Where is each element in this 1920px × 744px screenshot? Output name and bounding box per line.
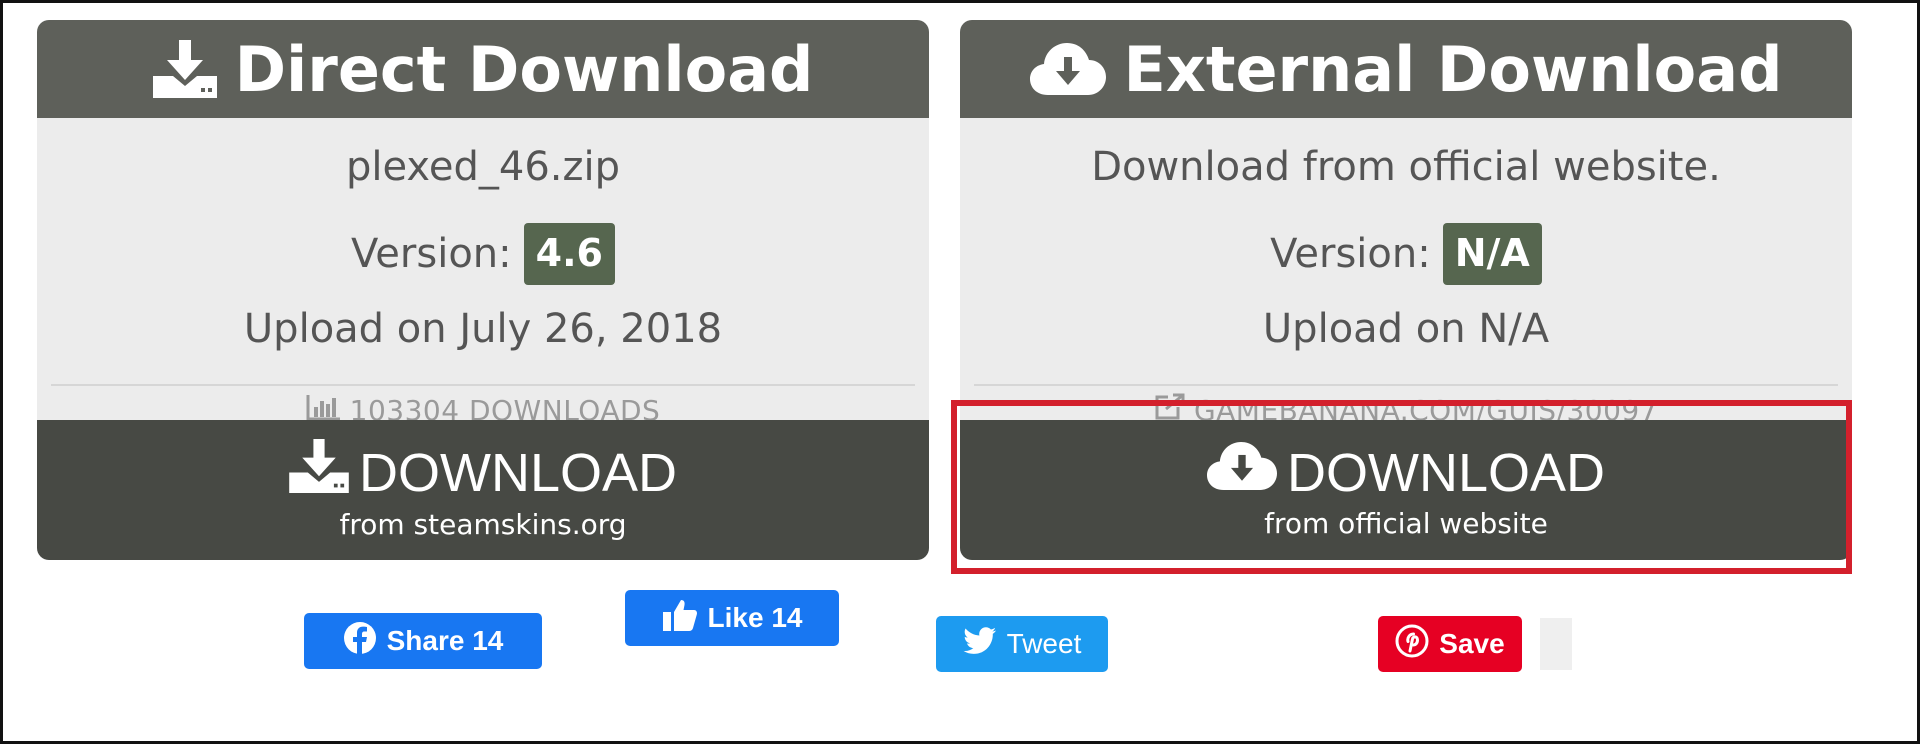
cloud-download-icon	[1029, 41, 1106, 97]
version-badge: N/A	[1442, 223, 1542, 285]
pinterest-icon	[1395, 624, 1429, 665]
cloud-download-icon	[1206, 440, 1277, 505]
external-download-header: External Download	[960, 20, 1852, 118]
upload-date: Upload on July 26, 2018	[243, 306, 723, 352]
download-tray-icon	[289, 439, 349, 506]
download-tray-icon	[152, 40, 217, 98]
version-badge: 4.6	[523, 223, 615, 285]
version-label: Version:	[351, 231, 512, 277]
version-row: Version: 4.6	[37, 220, 929, 288]
external-download-card: External Download Download from official…	[960, 20, 1852, 560]
facebook-like-label: Like 14	[707, 602, 803, 633]
pinterest-count-stub	[1540, 618, 1572, 670]
pinterest-save-button[interactable]: Save	[1378, 616, 1522, 672]
direct-download-header: Direct Download	[37, 20, 929, 118]
version-row: Version: N/A	[960, 220, 1852, 288]
external-download-button-label: DOWNLOAD	[1286, 442, 1605, 503]
direct-download-button-label: DOWNLOAD	[358, 442, 677, 503]
facebook-share-label: Share 14	[386, 625, 504, 656]
upload-date: Upload on N/A	[1262, 306, 1550, 352]
download-description: Download from official website.	[1091, 144, 1721, 190]
direct-download-button[interactable]: DOWNLOAD from steamskins.org	[37, 420, 929, 560]
facebook-like-button[interactable]: Like 14	[625, 590, 839, 646]
twitter-tweet-button[interactable]: Tweet	[936, 616, 1108, 672]
direct-download-button-source: from steamskins.org	[339, 508, 627, 541]
facebook-share-button[interactable]: Share 14	[304, 613, 542, 669]
direct-download-title: Direct Download	[234, 32, 814, 106]
external-download-button-main: DOWNLOAD	[1206, 440, 1605, 505]
version-label: Version:	[1270, 231, 1431, 277]
external-download-button[interactable]: DOWNLOAD from official website	[960, 420, 1852, 560]
external-download-button-source: from official website	[1264, 507, 1548, 540]
tweet-label: Tweet	[1006, 628, 1082, 659]
direct-download-card: Direct Download plexed_46.zip Version: 4…	[37, 20, 929, 560]
twitter-bird-icon	[963, 626, 997, 662]
direct-download-button-main: DOWNLOAD	[289, 439, 677, 506]
thumbs-up-icon	[662, 598, 698, 639]
external-download-title: External Download	[1123, 32, 1783, 106]
pinterest-save-label: Save	[1439, 628, 1505, 659]
file-name: plexed_46.zip	[346, 144, 620, 190]
facebook-icon	[343, 621, 377, 662]
